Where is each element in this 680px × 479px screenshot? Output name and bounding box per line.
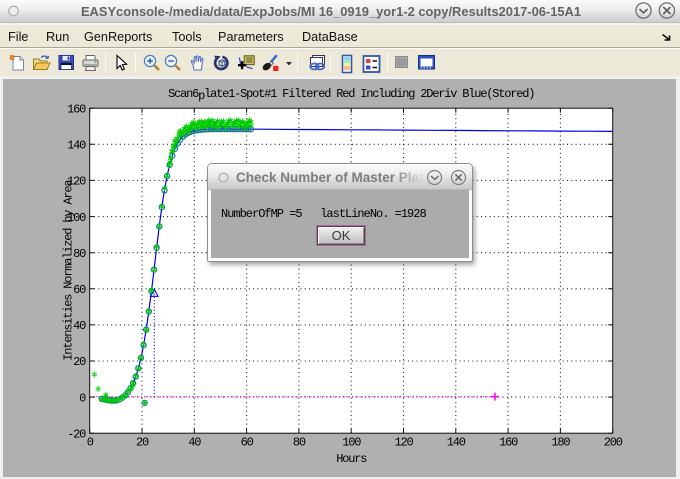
svg-text:180: 180 (551, 436, 570, 450)
svg-text:Hours: Hours (336, 452, 367, 466)
svg-text:20: 20 (136, 436, 149, 450)
svg-text:0: 0 (87, 436, 94, 450)
svg-text:140: 140 (67, 139, 86, 153)
svg-text:60: 60 (241, 436, 254, 450)
svg-text:140: 140 (447, 436, 466, 450)
svg-text:0: 0 (79, 391, 86, 405)
svg-text:40: 40 (188, 436, 201, 450)
svg-text:Scan6plate1-Spot#1 Filtered Re: Scan6plate1-Spot#1 Filtered Red Includin… (168, 87, 534, 103)
svg-text:120: 120 (394, 436, 413, 450)
svg-text:Intensities Normalized by Area: Intensities Normalized by Area (62, 180, 76, 361)
svg-text:80: 80 (293, 436, 306, 450)
svg-text:-20: -20 (67, 427, 86, 441)
svg-text:160: 160 (67, 102, 86, 116)
svg-text:100: 100 (342, 436, 361, 450)
svg-text:160: 160 (499, 436, 518, 450)
svg-text:200: 200 (604, 436, 623, 450)
